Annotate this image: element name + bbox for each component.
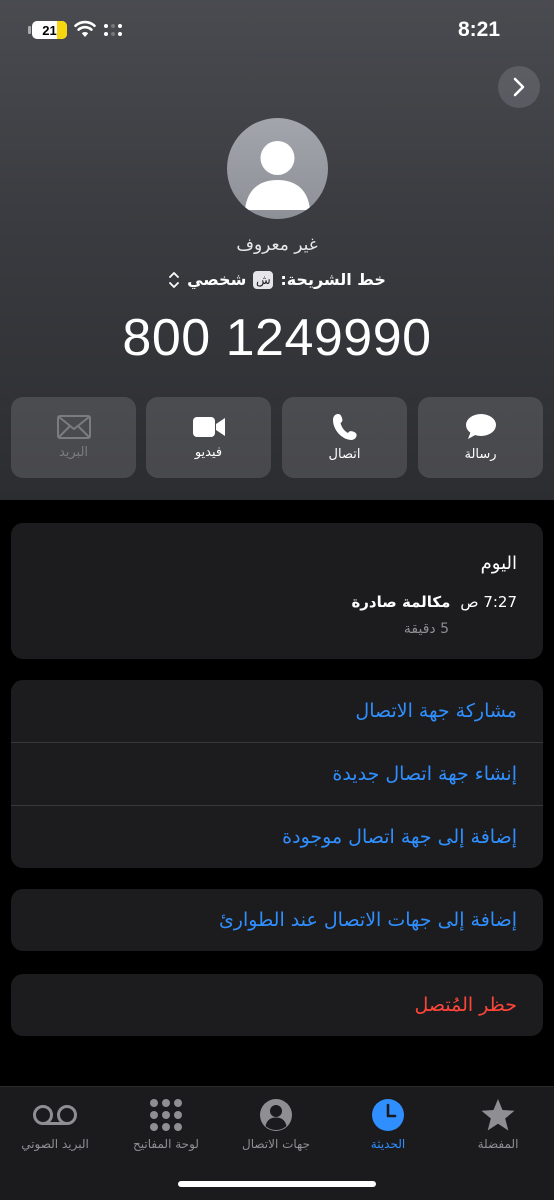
tab-favorites[interactable]: المفضلة <box>443 1087 553 1167</box>
tab-favorites-label: المفضلة <box>477 1137 519 1151</box>
next-contact-button[interactable] <box>498 66 540 108</box>
block-caller-option[interactable]: حظر المُتصل <box>11 974 543 1036</box>
mail-label: البريد <box>58 445 89 460</box>
tab-contacts[interactable]: جهات الاتصال <box>221 1087 331 1167</box>
emergency-card: إضافة إلى جهات الاتصال عند الطوارئ <box>11 889 543 951</box>
battery-tip <box>28 26 31 34</box>
sim-name: شخصي <box>187 270 247 289</box>
home-indicator <box>178 1181 376 1187</box>
status-time: 8:21 <box>457 18 500 41</box>
avatar <box>227 118 328 219</box>
keypad-icon <box>150 1099 182 1131</box>
add-emergency-contact-option[interactable]: إضافة إلى جهات الاتصال عند الطوارئ <box>11 889 543 951</box>
chevron-up-down-icon <box>169 271 179 288</box>
tab-keypad[interactable]: لوحة المفاتيح <box>111 1087 221 1167</box>
clock-icon <box>372 1099 404 1131</box>
contact-header: 21 8:21 غير معروف خط الشريحة: ش شخصي 800… <box>0 0 554 500</box>
message-label: رسالة <box>464 447 497 462</box>
create-contact-option[interactable]: إنشاء جهة اتصال جديدة <box>11 743 543 805</box>
star-icon <box>481 1099 515 1131</box>
sim-label: خط الشريحة: <box>280 270 386 289</box>
recent-calls-card: اليوم 7:27 ص مكالمة صادرة 5 دقيقة <box>11 523 543 659</box>
recent-call-kind: مكالمة صادرة <box>351 593 451 611</box>
sim-badge: ش <box>253 270 274 289</box>
chevron-right-icon <box>513 77 525 97</box>
action-buttons: رسالة اتصال فيديو البريد <box>11 397 543 478</box>
block-card: حظر المُتصل <box>11 974 543 1036</box>
video-camera-icon <box>192 417 225 437</box>
call-label: اتصال <box>328 447 361 462</box>
voicemail-icon <box>33 1105 77 1125</box>
call-button[interactable]: اتصال <box>282 397 407 478</box>
mail-icon <box>56 415 91 439</box>
phone-icon <box>332 414 357 440</box>
status-bar: 21 8:21 <box>0 0 554 60</box>
recent-call-line: 7:27 ص مكالمة صادرة <box>351 593 517 611</box>
tab-voicemail[interactable]: البريد الصوتي <box>0 1087 110 1167</box>
person-silhouette-icon <box>245 141 310 210</box>
recent-call-time: 7:27 ص <box>460 593 517 611</box>
signal-dots-icon <box>104 24 122 36</box>
sim-selector[interactable]: خط الشريحة: ش شخصي <box>0 270 554 289</box>
recent-day: اليوم <box>480 553 517 574</box>
message-bubble-icon <box>465 414 496 439</box>
tab-voicemail-label: البريد الصوتي <box>21 1137 89 1151</box>
battery-level: 21 <box>42 22 57 38</box>
tab-recents-label: الحديثة <box>370 1137 406 1151</box>
message-button[interactable]: رسالة <box>418 397 543 478</box>
mail-button: البريد <box>11 397 136 478</box>
tab-recents[interactable]: الحديثة <box>333 1087 443 1167</box>
share-contact-option[interactable]: مشاركة جهة الاتصال <box>11 680 543 742</box>
recent-call-duration: 5 دقيقة <box>403 621 449 637</box>
phone-number: 800 1249990 <box>122 309 432 367</box>
wifi-icon <box>74 20 96 37</box>
battery-icon: 21 <box>32 21 67 39</box>
person-circle-icon <box>260 1099 292 1131</box>
video-button[interactable]: فيديو <box>146 397 271 478</box>
contact-options-card: مشاركة جهة الاتصال إنشاء جهة اتصال جديدة… <box>11 680 543 868</box>
video-label: فيديو <box>194 445 223 460</box>
tab-keypad-label: لوحة المفاتيح <box>133 1137 199 1151</box>
caller-name: غير معروف <box>236 235 318 255</box>
tab-contacts-label: جهات الاتصال <box>241 1137 310 1151</box>
add-to-existing-option[interactable]: إضافة إلى جهة اتصال موجودة <box>11 806 543 868</box>
